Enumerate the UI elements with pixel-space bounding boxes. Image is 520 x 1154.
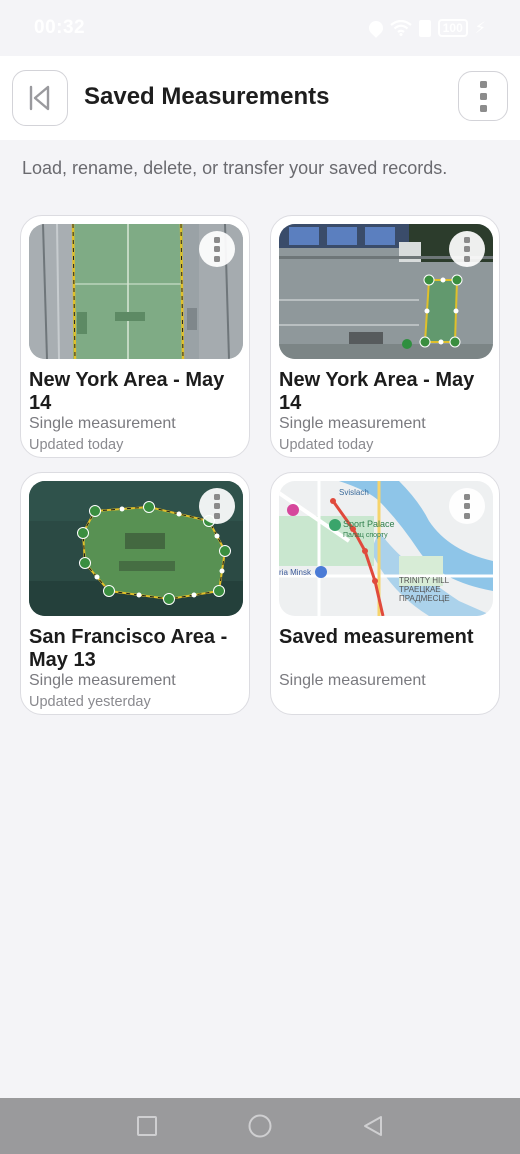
map-label-trinity-hill-local-2: ПРАДМЕСЦЕ xyxy=(399,594,450,603)
more-menu-button[interactable] xyxy=(458,71,508,121)
status-bar: 00:32 100 ⚡ xyxy=(0,0,520,56)
card-options-button[interactable] xyxy=(199,488,235,524)
measurement-card[interactable]: New York Area - May 14 Single measuremen… xyxy=(20,215,250,458)
card-title: San Francisco Area - May 13 xyxy=(29,626,228,671)
back-button[interactable] xyxy=(12,70,68,126)
card-title: Saved measurement xyxy=(279,626,474,648)
more-vertical-icon-dot xyxy=(464,246,470,252)
measurement-card[interactable]: San Francisco Area - May 13 Single measu… xyxy=(20,472,250,715)
card-subtitle: Single measurement xyxy=(279,672,426,689)
card-options-button[interactable] xyxy=(449,488,485,524)
skip-back-icon xyxy=(29,85,50,111)
card-options-button[interactable] xyxy=(199,231,235,267)
more-vertical-icon xyxy=(464,493,470,500)
map-label-trinity-hill-local: ТРАЕЦКАЕ xyxy=(399,585,441,594)
more-vertical-icon xyxy=(464,236,470,243)
battery-icon: 100 xyxy=(437,19,468,37)
more-vertical-icon xyxy=(214,493,220,500)
card-subtitle: Single measurement xyxy=(29,672,176,689)
page-title: Saved Measurements xyxy=(84,83,330,110)
more-vertical-icon xyxy=(479,80,487,88)
more-vertical-icon-dot xyxy=(464,503,470,509)
more-vertical-icon-dot xyxy=(214,246,220,252)
recents-square-icon[interactable] xyxy=(135,1114,159,1138)
map-label-sport-palace-local: Палац спорту xyxy=(343,532,388,539)
home-circle-icon[interactable] xyxy=(247,1113,273,1139)
card-title: New York Area - May 14 xyxy=(29,369,225,414)
more-vertical-icon xyxy=(214,236,220,243)
more-vertical-icon-dot xyxy=(214,503,220,509)
charging-icon: ⚡ xyxy=(474,20,486,37)
more-vertical-icon-dot xyxy=(464,512,470,519)
map-label-ria-minsk: ria Minsk xyxy=(279,568,312,577)
location-icon xyxy=(365,18,386,38)
card-subtitle: Single measurement xyxy=(279,415,426,432)
more-vertical-icon-dot xyxy=(464,255,470,262)
status-icons: 100 ⚡ xyxy=(365,18,486,38)
status-time: 00:32 xyxy=(34,17,86,38)
more-vertical-icon-dot xyxy=(479,92,487,100)
card-options-button[interactable] xyxy=(449,231,485,267)
map-label-trinity-hill: TRINITY HILL xyxy=(399,576,450,585)
sim-icon xyxy=(418,19,431,37)
more-vertical-icon-dot xyxy=(214,255,220,262)
card-title: New York Area - May 14 xyxy=(279,369,475,414)
back-triangle-icon[interactable] xyxy=(361,1114,385,1138)
card-updated: Updated today xyxy=(29,437,124,453)
more-vertical-icon-dot xyxy=(214,512,220,519)
map-label-sport-palace: Sport Palace xyxy=(343,519,395,529)
system-nav-bar xyxy=(0,1098,520,1154)
wifi-icon xyxy=(390,20,412,36)
measurement-card[interactable]: Sport Palace Палац спорту TRINITY HILL Т… xyxy=(270,472,500,715)
measurement-card[interactable]: New York Area - May 14 Single measuremen… xyxy=(270,215,500,458)
app-header: Saved Measurements xyxy=(0,56,520,140)
more-vertical-icon-dot xyxy=(479,104,487,112)
card-updated: Updated today xyxy=(279,437,374,453)
card-updated: Updated yesterday xyxy=(29,694,151,710)
card-subtitle: Single measurement xyxy=(29,415,176,432)
page-subtitle: Load, rename, delete, or transfer your s… xyxy=(22,158,448,178)
map-label-svislach: Svislach xyxy=(339,488,369,497)
